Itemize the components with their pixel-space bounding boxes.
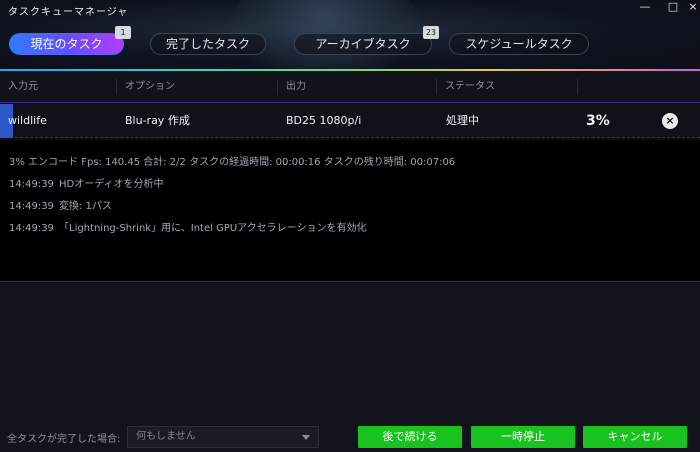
column-divider — [577, 79, 578, 95]
tab-label: アーカイブタスク — [315, 37, 411, 51]
tab-count-badge: 1 — [115, 26, 131, 39]
maximize-button[interactable]: □ — [666, 1, 680, 13]
column-header-status[interactable]: ステータス — [437, 71, 577, 103]
column-header-output[interactable]: 出力 — [278, 71, 436, 103]
tab-scheduled-tasks[interactable]: スケジュールタスク — [449, 33, 589, 55]
tab-completed-tasks[interactable]: 完了したタスク — [150, 33, 266, 55]
header: タスクキューマネージャ — □ × 現在のタスク 1 完了したタスク アーカイブ… — [0, 0, 700, 70]
task-input-name: wildlife — [8, 114, 47, 127]
log-timestamp: 14:49:39 — [9, 201, 54, 212]
chevron-down-icon — [302, 435, 310, 440]
tab-count-badge: 23 — [422, 26, 439, 39]
log-entry: 14:49:39 変換: 1パス — [9, 197, 112, 212]
log-panel: 3% エンコード Fps: 140.45 合計: 2/2 タスクの経過時間: 0… — [0, 140, 700, 282]
log-message: 変換: 1パス — [59, 201, 112, 212]
log-timestamp: 14:49:39 — [9, 223, 54, 234]
log-entry: 14:49:39 HDオーディオを分析中 — [9, 175, 164, 190]
column-header-option[interactable]: オプション — [117, 71, 277, 103]
log-message: 「Lightning-Shrink」用に、Intel GPUアクセラレーションを… — [59, 223, 367, 234]
log-entry: 14:49:39 「Lightning-Shrink」用に、Intel GPUアク… — [9, 219, 367, 234]
log-message: HDオーディオを分析中 — [59, 179, 164, 190]
table-header: 入力元 オプション 出力 ステータス — [0, 71, 700, 103]
tab-current-tasks[interactable]: 現在のタスク 1 — [9, 26, 131, 55]
after-all-tasks-label: 全タスクが完了した場合: — [7, 434, 121, 445]
log-timestamp: 14:49:39 — [9, 179, 54, 190]
log-summary: 3% エンコード Fps: 140.45 合計: 2/2 タスクの経過時間: 0… — [9, 157, 456, 168]
tab-label: 完了したタスク — [165, 37, 250, 51]
pause-button[interactable]: 一時停止 — [471, 426, 575, 448]
tab-label: スケジュールタスク — [465, 37, 573, 51]
select-value: 何もしません — [136, 431, 196, 442]
tab-archived-tasks[interactable]: アーカイブタスク 23 — [294, 26, 439, 55]
after-all-tasks-select[interactable]: 何もしません — [127, 426, 319, 448]
task-output: BD25 1080p/i — [286, 114, 362, 127]
remove-task-icon[interactable]: × — [662, 113, 678, 129]
task-status: 処理中 — [446, 114, 479, 127]
tab-label: 現在のタスク — [30, 37, 103, 51]
cancel-button[interactable]: キャンセル — [583, 426, 687, 448]
task-option: Blu-ray 作成 — [125, 114, 190, 127]
resume-later-button[interactable]: 後で続ける — [358, 426, 462, 448]
minimize-button[interactable]: — — [638, 1, 652, 13]
table-row[interactable]: wildlife Blu-ray 作成 BD25 1080p/i 処理中 3% … — [0, 104, 700, 138]
window-title: タスクキューマネージャ — [8, 7, 129, 18]
close-window-button[interactable]: × — [686, 1, 700, 13]
column-header-input[interactable]: 入力元 — [0, 71, 116, 103]
task-progress-percent: 3% — [586, 113, 610, 129]
